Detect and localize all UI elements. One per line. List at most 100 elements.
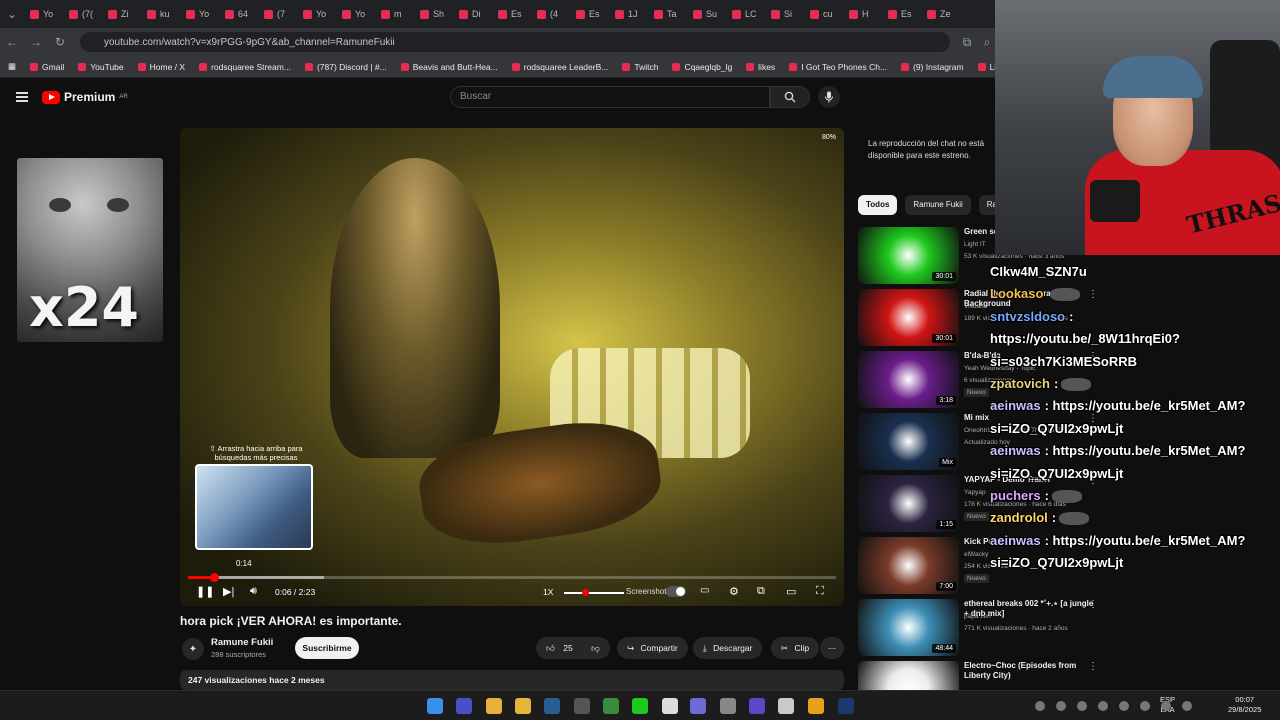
autoplay-toggle[interactable] (666, 586, 686, 597)
app-icon[interactable] (778, 698, 794, 714)
clip-button[interactable]: ✂ Clip (771, 637, 820, 659)
browser-tab[interactable]: Es (492, 0, 531, 28)
recommendation-channel[interactable]: papa zen (964, 612, 1094, 621)
tray-app-icon[interactable] (1035, 701, 1045, 711)
channel-avatar[interactable]: ✦ (182, 638, 204, 660)
like-button[interactable]: 👍︎ 25 👎︎ (536, 637, 610, 659)
recommendation-thumbnail[interactable]: Mix (858, 413, 959, 470)
bookmark-item[interactable]: Cqaeglqb_lg (672, 62, 732, 72)
browser-tab[interactable]: Sh (414, 0, 453, 28)
vegas-icon[interactable] (749, 698, 765, 714)
chrome-icon[interactable] (486, 698, 502, 714)
bookmark-item[interactable]: (787) Discord | #... (304, 62, 387, 72)
bookmark-item[interactable]: (9) Instagram (901, 62, 964, 72)
browser-tab[interactable]: H (843, 0, 882, 28)
tab-list-button[interactable]: ⌄ (0, 7, 24, 21)
voice-search-button[interactable] (818, 86, 840, 108)
screenshot-label[interactable]: Screenshot (626, 587, 666, 596)
back-button[interactable]: ← (0, 35, 24, 49)
theater-mode-icon[interactable]: ▭ (786, 585, 796, 598)
browser-tab[interactable]: 1J (609, 0, 648, 28)
browser-tab[interactable]: (7( (63, 0, 102, 28)
browser-tab[interactable]: Ta (648, 0, 687, 28)
bookmark-item[interactable]: Home / X (137, 62, 185, 72)
kick-icon[interactable] (632, 698, 648, 714)
browser-tab[interactable]: (7 (258, 0, 297, 28)
bookmark-item[interactable]: rodsquaree LeaderB... (511, 62, 608, 72)
youtube-logo[interactable]: Premium AR (42, 90, 128, 104)
minecraft-icon[interactable] (603, 698, 619, 714)
recommendation-thumbnail[interactable]: 48:44 (858, 599, 959, 656)
volume-icon[interactable]: 🔊︎ (250, 585, 257, 598)
volume-slider[interactable] (564, 589, 624, 596)
subscribe-button[interactable]: Suscribirme (295, 637, 359, 659)
forward-button[interactable]: → (24, 35, 48, 49)
windows-start-icon[interactable] (427, 698, 443, 714)
browser-tab[interactable]: Di (453, 0, 492, 28)
download-button[interactable]: ⤓ Descargar (693, 637, 763, 659)
photoshop-icon[interactable] (838, 698, 854, 714)
browser-tab[interactable]: LC (726, 0, 765, 28)
progress-bar[interactable] (188, 573, 836, 582)
video-player[interactable]: 80% ⇧ Arrastra hacia arriba para búsqued… (180, 128, 844, 606)
recommendation-thumbnail[interactable]: 1:15 (858, 475, 959, 532)
browser-tab[interactable]: Zi (102, 0, 141, 28)
bookmark-item[interactable]: Beavis and Butt-Hea... (400, 62, 498, 72)
bookmark-item[interactable]: I Got Teo Phones Ch... (789, 62, 887, 72)
more-options-icon[interactable]: ⋮ (1088, 599, 1098, 610)
bluetooth-icon[interactable] (1119, 701, 1129, 711)
recommendation-item[interactable]: 48:44 ethereal breaks 002 *˚+.⋆ [a jungle… (858, 599, 1098, 657)
speaker-icon[interactable] (1182, 701, 1192, 711)
description-box[interactable]: 247 visualizaciones hace 2 meses (180, 670, 844, 690)
file-explorer-icon[interactable] (515, 698, 531, 714)
apps-grid-icon[interactable]: ▦ (8, 61, 16, 72)
filter-chip[interactable]: Todos (858, 195, 898, 215)
channel-name[interactable]: Ramune Fukii (211, 637, 273, 648)
recommendation-title[interactable]: Electro~Choc (Episodes from Liberty City… (964, 661, 1094, 681)
dislike-icon[interactable]: 👎︎ (591, 643, 600, 653)
bookmark-item[interactable]: Gmail (30, 62, 64, 72)
recommendation-thumbnail[interactable]: 3:18 (858, 351, 959, 408)
browser-tab[interactable]: Yo (336, 0, 375, 28)
kick-tray-icon[interactable] (1056, 701, 1066, 711)
progress-scrubber[interactable] (209, 573, 219, 582)
volume-knob[interactable] (582, 589, 589, 596)
recommendation-thumbnail[interactable]: 30:01 (858, 289, 959, 346)
browser-tab[interactable]: Ze (921, 0, 960, 28)
browser-tab[interactable]: Es (882, 0, 921, 28)
bookmark-item[interactable]: rodsquaree Stream... (199, 62, 291, 72)
browser-tab[interactable]: 64 (219, 0, 258, 28)
app-icon[interactable] (690, 698, 706, 714)
notes-icon[interactable] (808, 698, 824, 714)
settings-icon[interactable] (720, 698, 736, 714)
bookmark-item[interactable]: Twitch (622, 62, 658, 72)
browser-tab[interactable]: Su (687, 0, 726, 28)
share-button[interactable]: ↪ Compartir (617, 637, 688, 659)
microphone-tray-icon[interactable] (1140, 701, 1150, 711)
playback-speed[interactable]: 1X (543, 587, 553, 597)
more-options-icon[interactable]: ⋮ (1088, 661, 1098, 672)
pause-icon[interactable]: ❚❚ (196, 585, 214, 598)
fullscreen-icon[interactable]: ⛶ (816, 585, 824, 598)
subtitles-icon[interactable]: ▭ (700, 585, 709, 596)
app-icon[interactable] (456, 698, 472, 714)
search-input[interactable]: Buscar (450, 86, 770, 108)
browser-tab[interactable]: Yo (180, 0, 219, 28)
browser-tab[interactable]: Si (765, 0, 804, 28)
steam-icon[interactable] (544, 698, 560, 714)
browser-tab[interactable]: cu (804, 0, 843, 28)
app-icon[interactable] (662, 698, 678, 714)
browser-tab[interactable]: Yo (24, 0, 63, 28)
recommendation-thumbnail[interactable]: 30:01 (858, 227, 959, 284)
browser-tab[interactable]: Yo (297, 0, 336, 28)
next-icon[interactable]: ▶| (223, 585, 234, 598)
tray-app-icon[interactable] (1077, 701, 1087, 711)
browser-tab[interactable]: (4 (531, 0, 570, 28)
bookmark-item[interactable]: YouTube (78, 62, 124, 72)
filter-chip[interactable]: Ramune Fukii (905, 195, 971, 215)
settings-gear-icon[interactable]: ⚙ (729, 585, 739, 598)
browser-tab[interactable]: m (375, 0, 414, 28)
network-icon[interactable] (1161, 701, 1171, 711)
recommendation-thumbnail[interactable]: 7:00 (858, 537, 959, 594)
clock[interactable]: 00:07 29/8/2025 (1228, 695, 1261, 715)
